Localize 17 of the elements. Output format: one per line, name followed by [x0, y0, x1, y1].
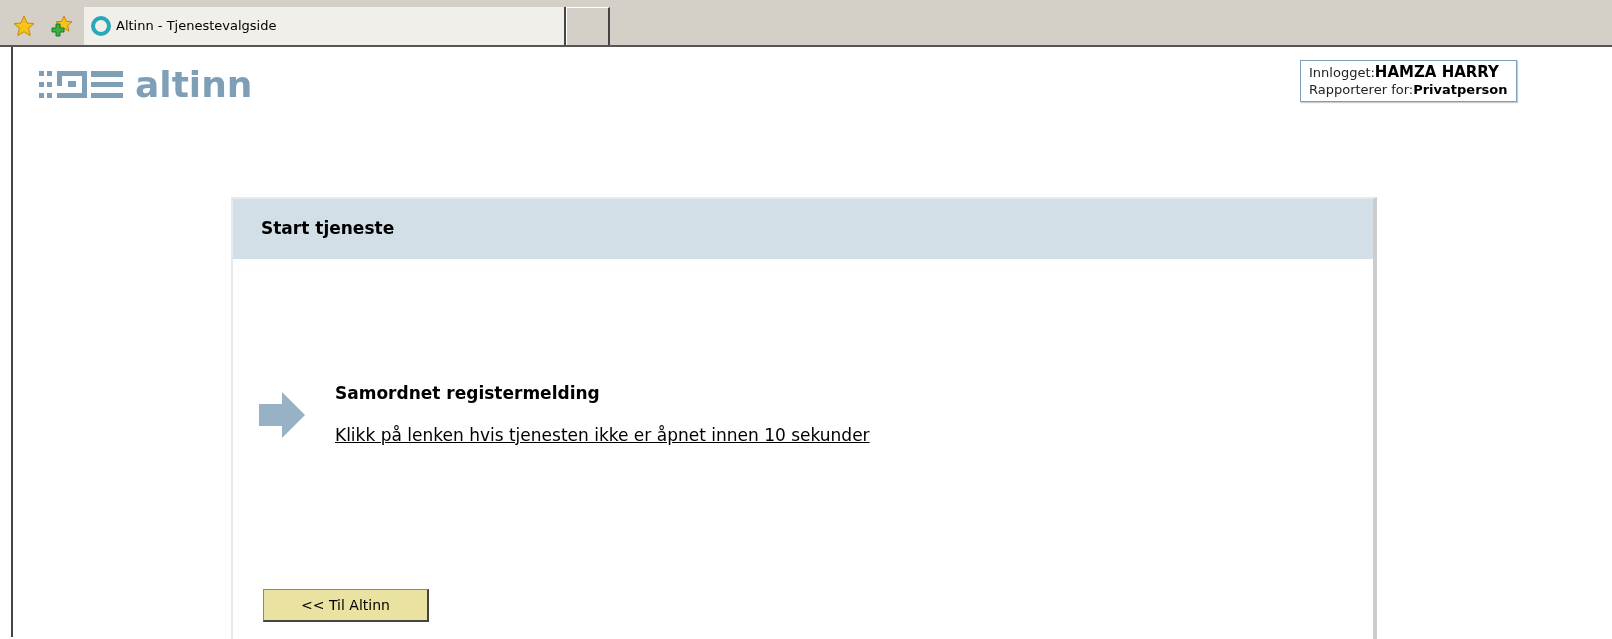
- open-service-link[interactable]: Klikk på lenken hvis tjenesten ikke er åpnet innen 10 sekunder: [335, 422, 870, 448]
- tab-title: Altinn - Tjenestevalgside: [116, 17, 277, 36]
- service-name: Samordnet registermelding: [335, 382, 601, 405]
- reporting-label: Rapporterer for:: [1309, 82, 1414, 97]
- logo-icon: [39, 69, 123, 101]
- user-label: Innlogget:: [1309, 65, 1375, 80]
- reporting-value: Privatperson: [1413, 82, 1508, 97]
- logo-text: altinn: [135, 67, 253, 103]
- back-to-altinn-button[interactable]: << Til Altinn: [263, 589, 429, 622]
- arrow-right-icon: [259, 391, 305, 438]
- favorites-star-icon[interactable]: [12, 14, 36, 38]
- browser-tab[interactable]: Altinn - Tjenestevalgside: [84, 7, 566, 45]
- panel-title: Start tjeneste: [261, 217, 395, 241]
- add-favorite-icon[interactable]: [50, 14, 74, 38]
- page-loading-icon: [90, 15, 112, 37]
- new-tab-button[interactable]: [566, 7, 610, 45]
- user-name: HAMZA HARRY: [1374, 63, 1499, 81]
